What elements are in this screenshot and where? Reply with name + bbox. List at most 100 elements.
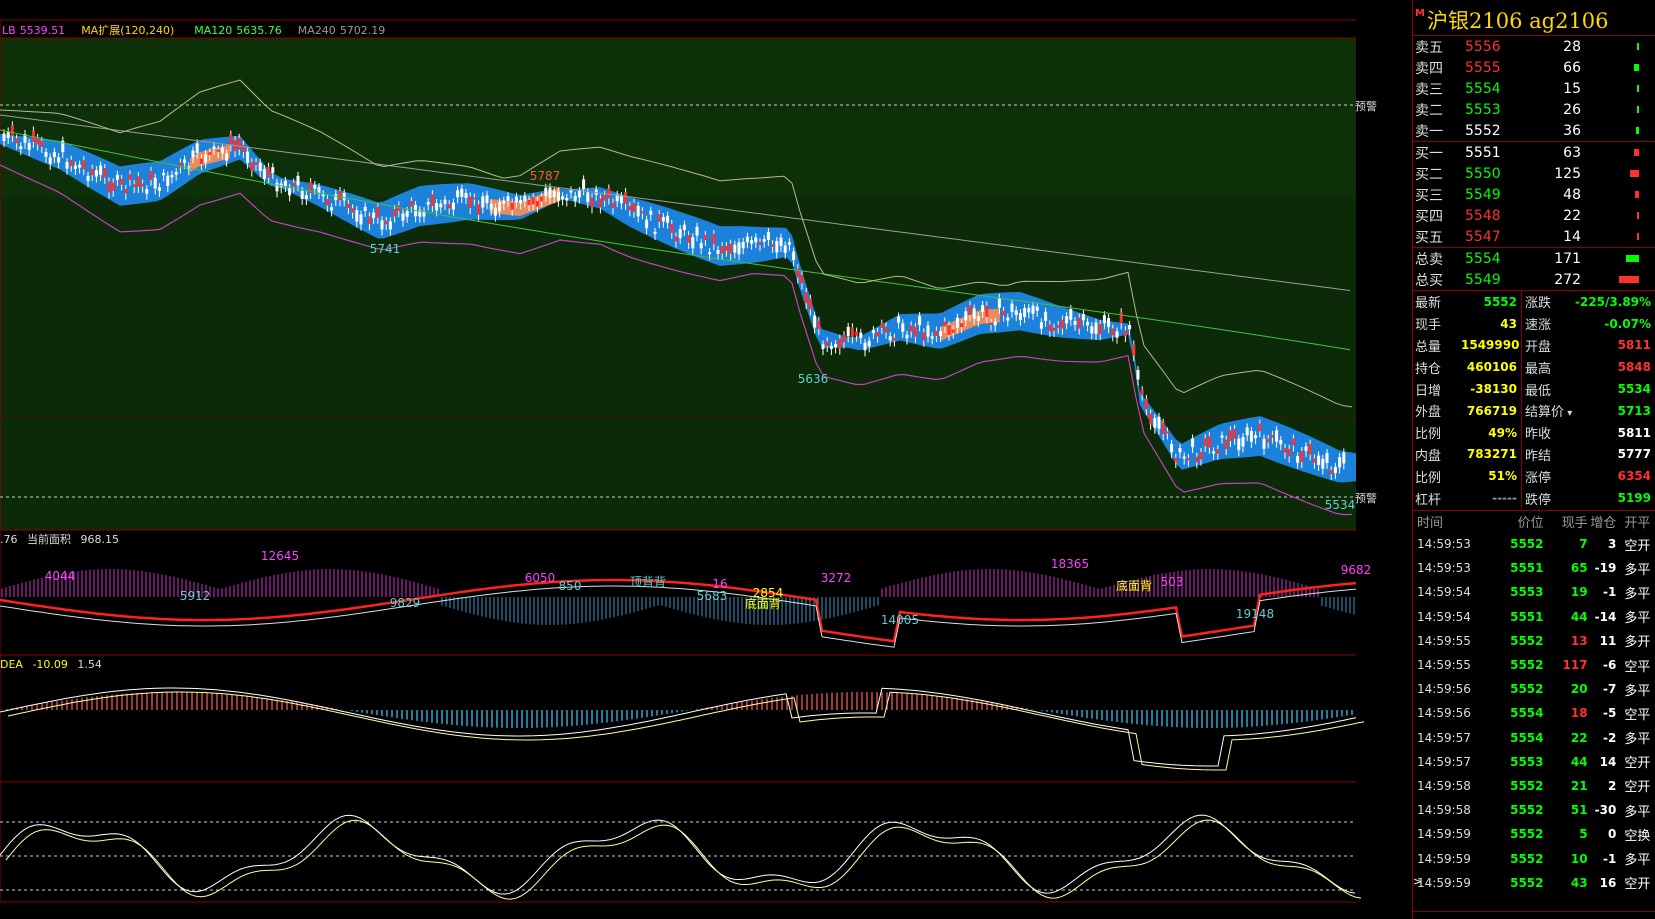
book-volume: 63 (1563, 144, 1581, 161)
book-price[interactable]: 5549 (1465, 272, 1537, 288)
tick-delta: -14 (1594, 609, 1617, 624)
tick-row[interactable]: 14:59:58 5552 21 2 空开 (1413, 774, 1655, 798)
candle-body (813, 315, 817, 328)
tick-row[interactable]: 14:59:54 5553 19 -1 多平 (1413, 580, 1655, 604)
book-price[interactable]: 5552 (1465, 123, 1537, 139)
bottom-tabs-strip[interactable] (1413, 911, 1655, 919)
bids-row[interactable]: 买四 5548 22 (1413, 205, 1655, 226)
legend-item: MA240 5702.19 (298, 24, 394, 37)
bids-row[interactable]: 买五 5547 14 (1413, 226, 1655, 247)
tick-kind: 多平 (1624, 853, 1651, 869)
candle-body (73, 165, 77, 169)
candle-body (1245, 427, 1249, 436)
book-price[interactable]: 5550 (1465, 166, 1537, 182)
kline-chart-area[interactable]: 5787 5741 5636 5534 预警 预警 4044 12645 5912 9829 605… (0, 0, 1412, 919)
tick-row[interactable]: 14:59:55 5552 117 -6 空平 (1413, 653, 1655, 677)
asks-row[interactable]: 卖二 5553 26 (1413, 99, 1655, 120)
book-price[interactable]: 5555 (1465, 60, 1537, 76)
book-price[interactable]: 5551 (1465, 145, 1537, 161)
contract-title[interactable]: 沪银2106 ag2106 (1427, 5, 1609, 35)
stat-value: 49% (1488, 425, 1517, 440)
candle-body (1342, 452, 1346, 464)
tick-row[interactable]: 14:59:59 5552 5 0 空换 (1413, 822, 1655, 846)
book-price[interactable]: 5547 (1465, 229, 1537, 245)
candle-body (829, 346, 833, 349)
tick-qty: 117 (1562, 658, 1588, 673)
candle-body (481, 196, 485, 208)
candle-body (48, 157, 52, 164)
settle-price-dropdown[interactable]: 结算价 ▾ (1519, 401, 1575, 420)
kdj-k-line (0, 814, 1356, 895)
tick-row[interactable]: 14:59:56 5554 18 -5 空平 (1413, 701, 1655, 725)
book-price[interactable]: 5556 (1465, 39, 1537, 55)
candle-body (871, 330, 875, 334)
stat-row: 总量 1549990 开盘 5811 (1413, 335, 1655, 357)
market-flag-icon: M (1415, 8, 1425, 19)
candle-body (208, 152, 212, 156)
bids-row[interactable]: 买三 5549 48 (1413, 184, 1655, 205)
candle-body (250, 162, 254, 171)
chevron-down-icon[interactable]: ▾ (1564, 408, 1572, 419)
book-price[interactable]: 5548 (1465, 208, 1537, 224)
tick-delta: 11 (1599, 633, 1617, 648)
candle-body (225, 153, 229, 161)
asks-row[interactable]: 卖五 5556 28 (1413, 36, 1655, 57)
tick-kind: 空开 (1624, 877, 1651, 893)
candle-body (489, 203, 493, 210)
candle-body (1065, 316, 1069, 324)
totals-row[interactable]: 总买 5549 272 (1413, 269, 1655, 290)
tick-row[interactable]: 14:59:53 5552 7 3 空开 (1413, 532, 1655, 556)
asks-row[interactable]: 卖三 5554 15 (1413, 78, 1655, 99)
tick-row[interactable]: 14:59:58 5552 51 -30 多平 (1413, 798, 1655, 822)
tick-row[interactable]: 14:59:59 5552 10 -1 多平 (1413, 846, 1655, 870)
candle-body (544, 187, 548, 196)
asks-row[interactable]: 卖一 5552 36 (1413, 120, 1655, 141)
tick-row[interactable]: 14:59:55 5552 13 11 多开 (1413, 629, 1655, 653)
candle-body (821, 344, 825, 350)
book-volume: 14 (1563, 228, 1581, 245)
candle-body (1270, 434, 1274, 438)
tick-price: 5552 (1510, 851, 1544, 866)
candle-body (720, 245, 724, 254)
book-label: 买三 (1415, 187, 1443, 204)
tick-row[interactable]: 14:59:57 5554 22 -2 多平 (1413, 726, 1655, 750)
book-price[interactable]: 5554 (1465, 251, 1537, 267)
tick-row[interactable]: 14:59:57 5553 44 14 空开 (1413, 750, 1655, 774)
tick-row[interactable]: 14:59:56 5552 20 -7 多平 (1413, 677, 1655, 701)
candle-body (128, 174, 132, 180)
totals-row[interactable]: 总卖 5554 171 (1413, 248, 1655, 269)
candle-body (863, 342, 867, 351)
candle-body (65, 161, 69, 169)
bids-row[interactable]: 买一 5551 63 (1413, 142, 1655, 163)
bids-row[interactable]: 买二 5550 125 (1413, 163, 1655, 184)
book-price[interactable]: 5549 (1465, 187, 1537, 203)
candle-body (859, 332, 863, 338)
tick-qty: 51 (1570, 803, 1588, 818)
book-label: 买一 (1415, 145, 1443, 162)
stat-value: -38130 (1470, 382, 1517, 397)
candle-body (451, 202, 455, 210)
candle-body (1165, 431, 1169, 434)
tick-row[interactable]: 14:59:53 5551 65 -19 多平 (1413, 556, 1655, 580)
tick-row[interactable]: 14:59:54 5551 44 -14 多平 (1413, 605, 1655, 629)
candle-body (1094, 322, 1098, 334)
book-volume-bar (1636, 127, 1639, 134)
tick-time: 14:59:59 (1417, 875, 1471, 890)
candle-body (922, 332, 926, 341)
candle-body (1174, 457, 1178, 463)
tick-row[interactable]: >14:59:59 5552 43 16 空开 (1413, 871, 1655, 895)
asks-row[interactable]: 卖四 5555 66 (1413, 57, 1655, 78)
stat-label: 比例 (1415, 470, 1442, 486)
book-price[interactable]: 5554 (1465, 81, 1537, 97)
candle-body (6, 131, 10, 138)
candle-body (204, 154, 208, 163)
book-price[interactable]: 5553 (1465, 102, 1537, 118)
candle-body (771, 244, 775, 247)
candle-body (405, 210, 409, 217)
tick-table[interactable]: 14:59:53 5552 7 3 空开 14:59:53 5551 65 -19 多平 14:59… (1413, 532, 1655, 895)
tick-qty: 21 (1570, 778, 1588, 793)
kline-chart-canvas[interactable]: 5787574156365534预警预警4044126455912 9829605… (0, 0, 1412, 919)
candle-body (880, 323, 884, 328)
area-annotation: 19148 (1236, 607, 1274, 621)
book-volume-bar (1634, 149, 1639, 156)
